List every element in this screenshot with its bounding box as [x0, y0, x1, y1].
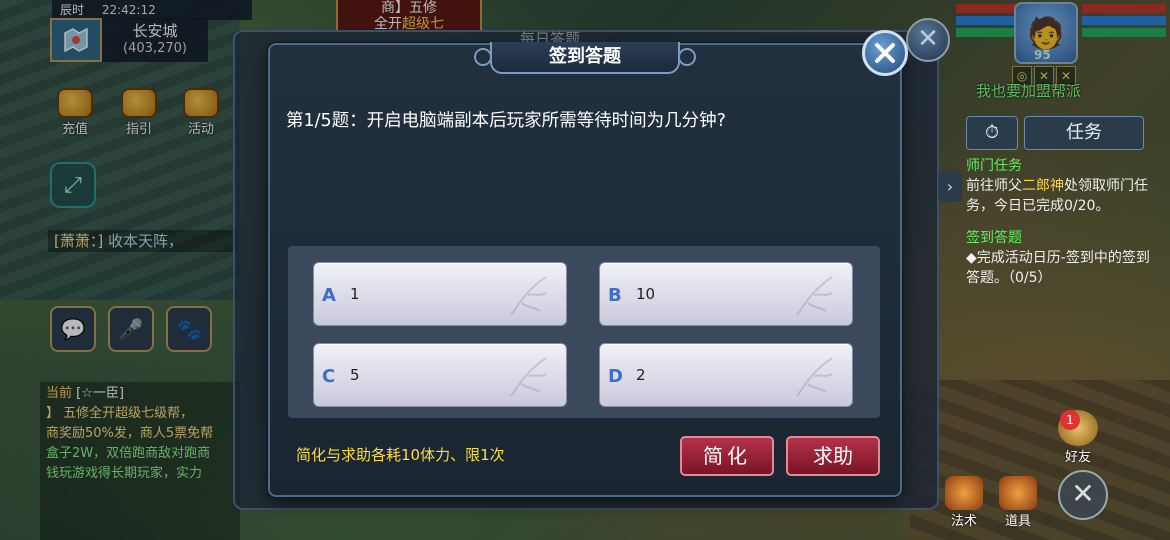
- bell-icon: [945, 476, 983, 510]
- chevron-right-icon[interactable]: ›: [938, 172, 962, 202]
- task-body: 前往师父二郎神处领取师门任务，今日已完成0/20。: [966, 176, 1162, 216]
- menu-close-icon[interactable]: ✕: [1058, 470, 1108, 520]
- treasure-chest-icon: [999, 476, 1037, 510]
- question-text: 第1/5题：开启电脑端副本后玩家所需等待时间为几分钟?: [286, 111, 726, 131]
- friends-button[interactable]: 1 好友: [1058, 410, 1098, 465]
- timer-icon[interactable]: ⏱: [966, 116, 1018, 150]
- option-letter: A: [322, 285, 336, 306]
- close-icon: [875, 43, 895, 63]
- task-tracker[interactable]: 师门任务 前往师父二郎神处领取师门任务，今日已完成0/20。 签到答题 ◆完成活…: [966, 156, 1162, 288]
- cost-tip: 简化与求助各耗10体力、限1次: [296, 446, 505, 464]
- task-body: ◆完成活动日历-签到中的签到答题。（0/5）: [966, 250, 1150, 286]
- behind-close-icon[interactable]: ✕: [906, 18, 950, 62]
- flower-decoration-icon: [510, 357, 547, 397]
- option-b-button[interactable]: B 10: [599, 262, 853, 326]
- task-title: 师门任务: [966, 158, 1022, 174]
- option-value: 10: [636, 285, 656, 303]
- option-a-button[interactable]: A 1: [313, 262, 567, 326]
- option-letter: C: [322, 366, 336, 387]
- option-value: 1: [350, 285, 360, 303]
- notification-badge: 1: [1060, 410, 1080, 430]
- simplify-button[interactable]: 简化: [680, 436, 774, 476]
- option-letter: D: [608, 366, 623, 387]
- option-d-button[interactable]: D 2: [599, 343, 853, 407]
- help-button[interactable]: 求助: [786, 436, 880, 476]
- tab-tasks[interactable]: 任务: [1024, 116, 1144, 150]
- task-text: 前往师父: [966, 178, 1022, 194]
- task-title: 签到答题: [966, 230, 1022, 246]
- skills-button[interactable]: 法术: [940, 476, 988, 529]
- dialog-title: 签到答题: [474, 42, 696, 74]
- inventory-button[interactable]: 道具: [994, 476, 1042, 529]
- close-button[interactable]: [862, 30, 908, 76]
- friends-label: 好友: [1064, 450, 1091, 465]
- flower-decoration-icon: [796, 357, 833, 397]
- task-tabs: ⏱ 任务: [966, 116, 1144, 150]
- npc-link[interactable]: 二郎神: [1022, 178, 1064, 194]
- option-value: 2: [636, 366, 646, 384]
- flower-decoration-icon: [510, 276, 547, 316]
- inventory-label: 道具: [1004, 514, 1031, 529]
- option-letter: B: [608, 285, 622, 306]
- skills-label: 法术: [950, 514, 977, 529]
- flower-decoration-icon: [796, 276, 833, 316]
- option-c-button[interactable]: C 5: [313, 343, 567, 407]
- option-value: 5: [350, 366, 360, 384]
